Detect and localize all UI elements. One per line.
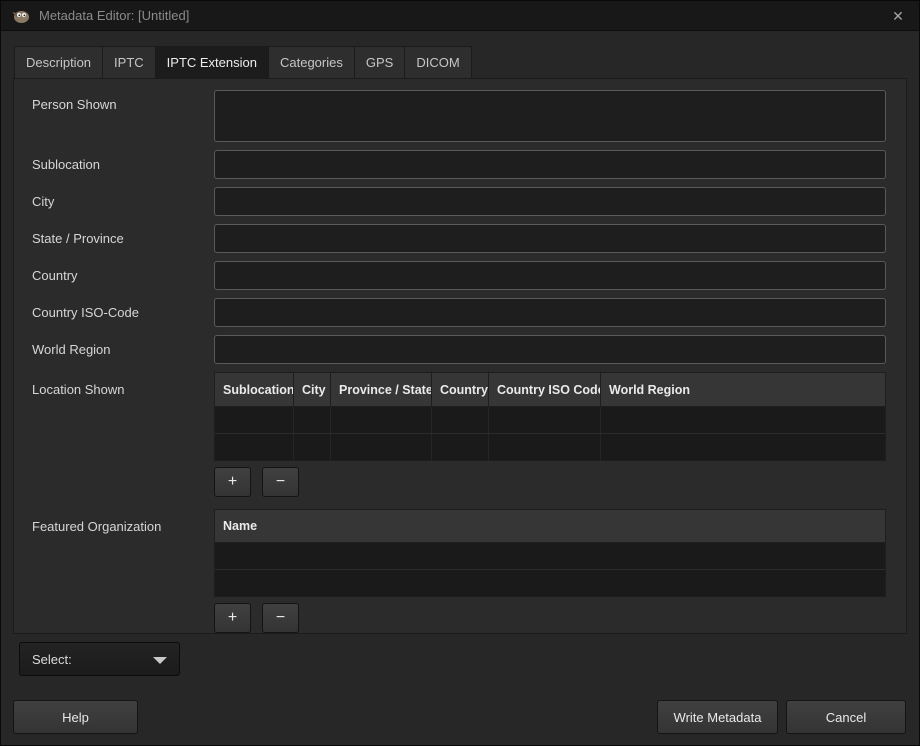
cell-country-iso-code[interactable] (489, 434, 601, 460)
tab-categories[interactable]: Categories (268, 46, 354, 79)
country-label: Country (32, 261, 214, 290)
column-header-country-iso-code[interactable]: Country ISO Code (489, 373, 601, 406)
country-iso-code-input[interactable] (214, 298, 886, 327)
cell-city[interactable] (294, 407, 331, 433)
cell-country[interactable] (432, 407, 489, 433)
location-shown-buttons: + − (214, 467, 886, 497)
location-shown-table: Sublocation City Province / State Countr… (214, 372, 886, 461)
location-shown-table-body (214, 407, 886, 461)
cell-world-region[interactable] (601, 434, 885, 460)
featured-organization-label: Featured Organization (32, 509, 214, 597)
featured-organization-buttons: + − (214, 603, 886, 633)
cell-province-state[interactable] (331, 407, 432, 433)
cell-country-iso-code[interactable] (489, 407, 601, 433)
column-header-world-region[interactable]: World Region (601, 373, 885, 406)
iptc-extension-panel: Person Shown Sublocation City State / Pr… (13, 78, 907, 634)
table-row[interactable] (215, 407, 885, 434)
remove-location-button[interactable]: − (262, 467, 299, 497)
city-label: City (32, 187, 214, 216)
cell-sublocation[interactable] (215, 407, 294, 433)
world-region-label: World Region (32, 335, 214, 364)
cell-province-state[interactable] (331, 434, 432, 460)
tab-dicom[interactable]: DICOM (404, 46, 471, 79)
cancel-button[interactable]: Cancel (786, 700, 906, 734)
select-dropdown-label: Select: (32, 652, 72, 667)
window-title: Metadata Editor: [Untitled] (39, 8, 189, 23)
cell-world-region[interactable] (601, 407, 885, 433)
person-shown-row: Person Shown (32, 90, 886, 142)
add-organization-button[interactable]: + (214, 603, 251, 633)
tab-strip: Description IPTC IPTC Extension Categori… (14, 46, 472, 79)
write-metadata-button[interactable]: Write Metadata (657, 700, 778, 734)
tab-gps[interactable]: GPS (354, 46, 404, 79)
person-shown-label: Person Shown (32, 90, 214, 142)
world-region-row: World Region (32, 335, 886, 364)
featured-organization-table-body (214, 543, 886, 597)
country-row: Country (32, 261, 886, 290)
sublocation-label: Sublocation (32, 150, 214, 179)
chevron-down-icon (153, 657, 167, 664)
city-row: City (32, 187, 886, 216)
location-shown-table-header: Sublocation City Province / State Countr… (214, 372, 886, 407)
person-shown-input[interactable] (214, 90, 886, 142)
tab-description[interactable]: Description (14, 46, 102, 79)
column-header-province-state[interactable]: Province / State (331, 373, 432, 406)
location-shown-label: Location Shown (32, 372, 214, 461)
column-header-country[interactable]: Country (432, 373, 489, 406)
tab-iptc[interactable]: IPTC (102, 46, 155, 79)
cell-sublocation[interactable] (215, 434, 294, 460)
table-row[interactable] (215, 434, 885, 460)
state-province-label: State / Province (32, 224, 214, 253)
world-region-input[interactable] (214, 335, 886, 364)
remove-organization-button[interactable]: − (262, 603, 299, 633)
sublocation-row: Sublocation (32, 150, 886, 179)
tab-iptc-extension[interactable]: IPTC Extension (155, 46, 268, 79)
state-province-row: State / Province (32, 224, 886, 253)
titlebar: Metadata Editor: [Untitled] ✕ (1, 1, 919, 31)
cell-name[interactable] (215, 543, 885, 569)
cell-name[interactable] (215, 570, 885, 596)
cell-city[interactable] (294, 434, 331, 460)
add-location-button[interactable]: + (214, 467, 251, 497)
help-button[interactable]: Help (13, 700, 138, 734)
country-input[interactable] (214, 261, 886, 290)
city-input[interactable] (214, 187, 886, 216)
location-shown-row: Location Shown Sublocation City Province… (32, 372, 886, 461)
column-header-city[interactable]: City (294, 373, 331, 406)
gimp-wilber-icon (11, 8, 31, 24)
column-header-name[interactable]: Name (215, 510, 885, 542)
featured-organization-row: Featured Organization Name (32, 509, 886, 597)
country-iso-code-label: Country ISO-Code (32, 298, 214, 327)
featured-organization-table: Name (214, 509, 886, 597)
cell-country[interactable] (432, 434, 489, 460)
featured-organization-table-header: Name (214, 509, 886, 543)
column-header-sublocation[interactable]: Sublocation (215, 373, 294, 406)
select-dropdown[interactable]: Select: (19, 642, 180, 676)
table-row[interactable] (215, 543, 885, 570)
country-iso-code-row: Country ISO-Code (32, 298, 886, 327)
table-row[interactable] (215, 570, 885, 596)
sublocation-input[interactable] (214, 150, 886, 179)
metadata-editor-window: Metadata Editor: [Untitled] ✕ Descriptio… (0, 0, 920, 746)
close-icon[interactable]: ✕ (887, 1, 909, 31)
state-province-input[interactable] (214, 224, 886, 253)
